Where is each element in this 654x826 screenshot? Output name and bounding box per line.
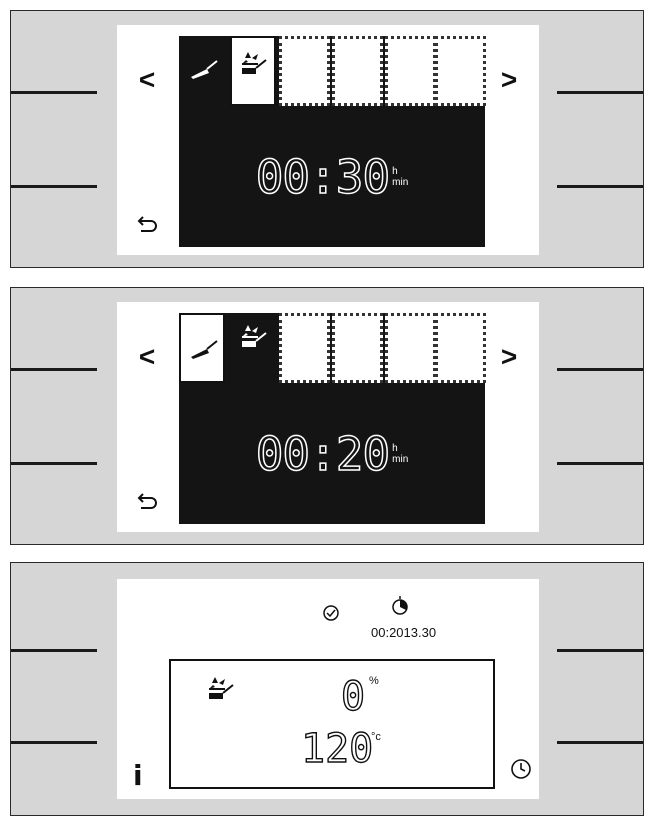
- side-button-left-upper[interactable]: [11, 91, 97, 94]
- side-button-left-lower[interactable]: [11, 462, 97, 465]
- info-button[interactable]: i: [133, 759, 143, 792]
- duration-unit: h min: [392, 166, 408, 188]
- status-box: 0 % 120 °c: [169, 659, 495, 789]
- temperature-value: 120: [300, 726, 374, 772]
- nav-next-button[interactable]: >: [497, 342, 521, 372]
- tab-empty-3[interactable]: [385, 313, 436, 383]
- humidity-unit: %: [369, 675, 379, 687]
- tab-empty-1[interactable]: [279, 313, 330, 383]
- clock-icon[interactable]: [509, 757, 533, 781]
- side-button-left-upper[interactable]: [11, 649, 97, 652]
- side-button-left-lower[interactable]: [11, 741, 97, 744]
- humidity-value: 0: [340, 674, 366, 720]
- duration-icon: [392, 596, 408, 615]
- tab-empty-1[interactable]: [279, 36, 330, 106]
- control-panel-3: 00:2013.30 0 % 120 °c i: [10, 562, 644, 816]
- nav-next-button[interactable]: >: [497, 65, 521, 95]
- side-button-right-lower[interactable]: [557, 462, 643, 465]
- back-arrow-icon[interactable]: [137, 212, 159, 234]
- unit-hours: h: [392, 443, 398, 454]
- side-button-left-upper[interactable]: [11, 368, 97, 371]
- time-readout: 00:2013.30: [371, 625, 437, 640]
- duration-value: 00:30: [255, 149, 391, 205]
- unit-minutes: min: [392, 177, 409, 188]
- fan-brush-icon: [242, 52, 267, 74]
- timer-icon: [323, 605, 339, 621]
- fan-brush-icon: [209, 677, 234, 699]
- side-button-left-lower[interactable]: [11, 185, 97, 188]
- display-screen-3: 00:2013.30 0 % 120 °c i: [117, 579, 539, 799]
- tab-brush-cleaning[interactable]: [179, 36, 230, 117]
- side-button-right-upper[interactable]: [557, 368, 643, 371]
- nav-prev-button[interactable]: <: [135, 65, 159, 95]
- duration-unit: h min: [392, 443, 408, 465]
- duration-value: 00:20: [255, 426, 391, 482]
- unit-minutes: min: [392, 454, 409, 465]
- program-tabs: [179, 36, 486, 117]
- temperature-unit: °c: [371, 731, 381, 743]
- side-button-right-lower[interactable]: [557, 741, 643, 744]
- duration-display: 00:20 h min: [179, 426, 485, 487]
- tab-fan-brush[interactable]: [230, 313, 281, 394]
- tab-empty-4[interactable]: [435, 36, 486, 106]
- side-button-right-upper[interactable]: [557, 649, 643, 652]
- unit-hours: h: [392, 166, 398, 177]
- tab-empty-3[interactable]: [385, 36, 436, 106]
- program-tabs: [179, 313, 486, 394]
- display-screen-2: < > 00:20 h min: [117, 302, 539, 532]
- control-panel-2: < > 00:20 h min: [10, 287, 644, 545]
- brush-cleaning-icon: [191, 60, 218, 79]
- control-panel-1: < > 00:30 h min: [10, 10, 644, 268]
- back-arrow-icon[interactable]: [137, 489, 159, 511]
- tab-empty-2[interactable]: [332, 313, 383, 383]
- tab-empty-2[interactable]: [332, 36, 383, 106]
- display-screen-1: < > 00:30 h min: [117, 25, 539, 255]
- nav-prev-button[interactable]: <: [135, 342, 159, 372]
- tab-brush-cleaning[interactable]: [179, 313, 225, 383]
- side-button-right-lower[interactable]: [557, 185, 643, 188]
- fan-brush-icon: [242, 325, 267, 347]
- tab-fan-brush[interactable]: [230, 36, 276, 106]
- side-button-right-upper[interactable]: [557, 91, 643, 94]
- duration-display: 00:30 h min: [179, 149, 485, 210]
- tab-empty-4[interactable]: [435, 313, 486, 383]
- brush-cleaning-icon: [191, 340, 218, 359]
